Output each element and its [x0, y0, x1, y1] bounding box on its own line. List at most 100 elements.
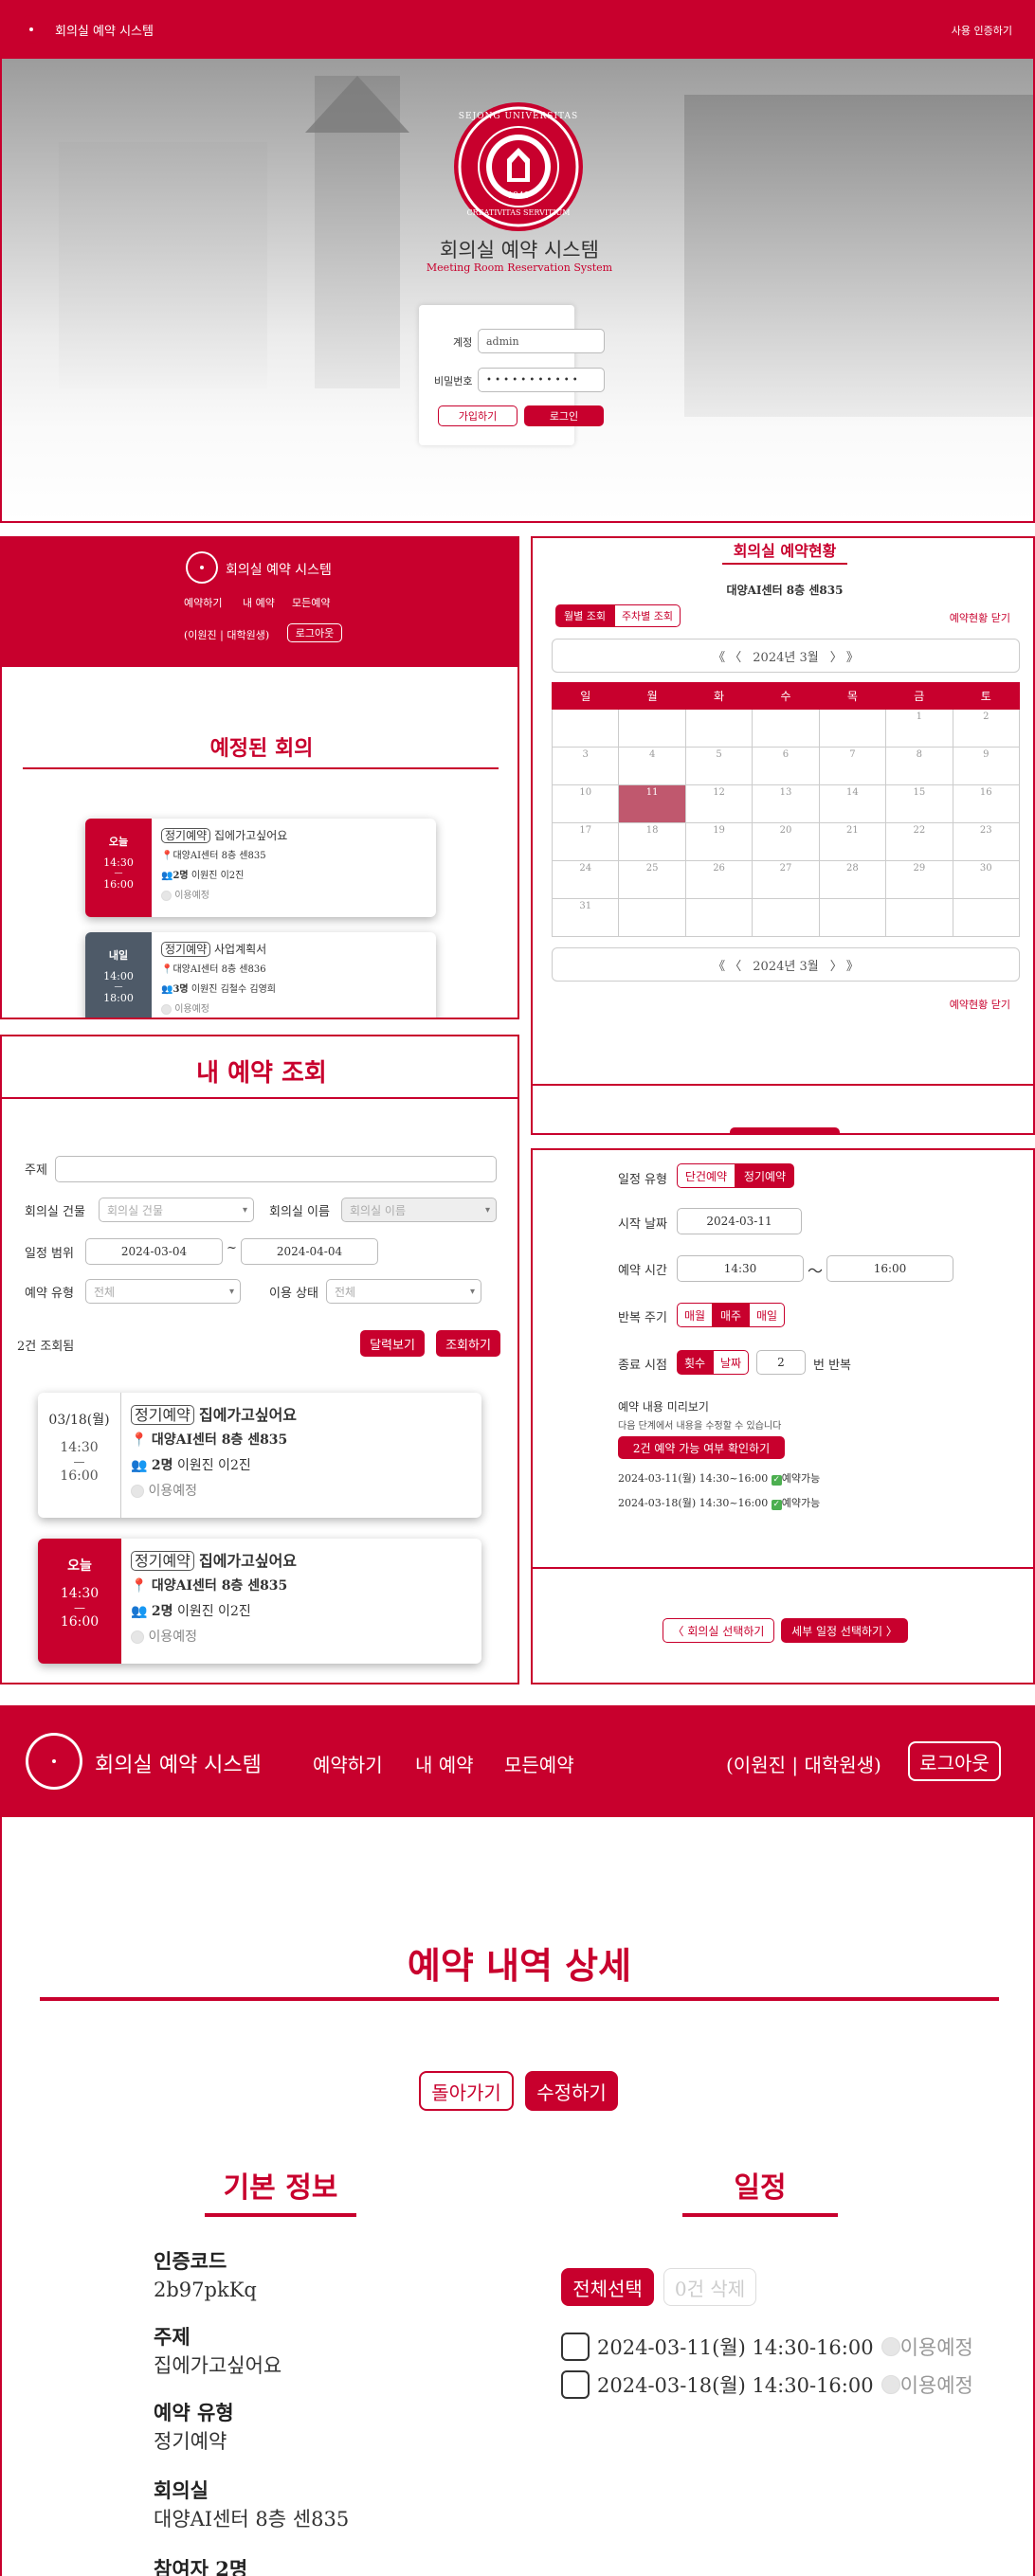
upcoming-card-tomorrow[interactable]: 내일 14:00 — 18:00 정기예약 사업계획서 📍대양AI센터 8층 센…	[85, 932, 436, 1018]
card-tag: 정기예약	[161, 942, 211, 957]
nav-link-all[interactable]: 모든예약	[504, 1750, 574, 1777]
schedule-status: 이용예정	[899, 2336, 973, 2359]
time-from-input[interactable]: 14:30	[677, 1255, 804, 1282]
type-select[interactable]: 전체	[85, 1279, 241, 1304]
calendar-day[interactable]: 10	[551, 784, 620, 823]
edit-button[interactable]: 수정하기	[525, 2071, 618, 2111]
schedule-row[interactable]: 2024-03-11(월) 14:30-16:00 이용예정	[561, 2333, 973, 2361]
prev-month-icon[interactable]: 《 〈	[713, 647, 741, 665]
calendar-day[interactable]: 21	[818, 822, 887, 861]
nav-link-all[interactable]: 모든예약	[292, 595, 330, 610]
calendar-view-button[interactable]: 달력보기	[360, 1330, 425, 1357]
calendar-day[interactable]: 6	[752, 747, 820, 785]
calendar-day[interactable]: 14	[818, 784, 887, 823]
calendar-day[interactable]: 31	[551, 898, 620, 937]
calendar-day[interactable]: 8	[885, 747, 953, 785]
logout-button[interactable]: 로그아웃	[908, 1741, 1001, 1781]
prev-step-button[interactable]: 〈 회의실 선택하기	[663, 1618, 774, 1643]
logout-button[interactable]: 로그아웃	[287, 623, 342, 642]
calendar-day[interactable]: 4	[618, 747, 686, 785]
tab-weekly[interactable]: 주차별 조회	[614, 604, 681, 627]
regular-reservation-toggle[interactable]: 정기예약	[735, 1163, 794, 1188]
close-calendar-link-bottom[interactable]: 예약현황 닫기	[950, 997, 1010, 1012]
calendar-day[interactable]: 1	[885, 709, 953, 748]
prev-month-icon[interactable]: 《 〈	[713, 956, 741, 974]
calendar-day[interactable]: 23	[952, 822, 1021, 861]
time-to-input[interactable]: 16:00	[826, 1255, 953, 1282]
login-button[interactable]: 로그인	[524, 405, 604, 426]
nav-link-my[interactable]: 내 예약	[243, 595, 275, 610]
next-month-icon[interactable]: 〉 》	[830, 647, 859, 665]
calendar-day[interactable]: 26	[684, 860, 754, 899]
date-to-input[interactable]: 2024-04-04	[241, 1238, 378, 1265]
signup-button[interactable]: 가입하기	[438, 405, 518, 426]
tab-monthly[interactable]: 월별 조회	[555, 604, 614, 627]
calendar-day[interactable]: 15	[885, 784, 953, 823]
repeat-weekly[interactable]: 매주	[713, 1303, 749, 1327]
date-from-input[interactable]: 2024-03-04	[85, 1238, 223, 1265]
nav-link-reserve[interactable]: 예약하기	[184, 595, 222, 610]
calendar-day[interactable]: 30	[952, 860, 1021, 899]
calendar-day[interactable]: 12	[684, 784, 754, 823]
checkbox[interactable]	[561, 2333, 590, 2361]
check-availability-button[interactable]: 2건 예약 가능 여부 확인하기	[618, 1436, 785, 1459]
select-all-button[interactable]: 전체선택	[561, 2268, 654, 2306]
next-month-icon[interactable]: 〉 》	[830, 956, 859, 974]
card-time-block: 오늘 14:30 — 16:00	[38, 1539, 121, 1664]
weekday: 화	[684, 682, 754, 710]
detail-title: 예약 내역 상세	[407, 1944, 632, 1987]
end-by-count[interactable]: 횟수	[677, 1350, 713, 1375]
repeat-daily[interactable]: 매일	[749, 1303, 785, 1327]
calendar-day[interactable]: 7	[818, 747, 887, 785]
calendar-day[interactable]: 5	[684, 747, 754, 785]
calendar-day[interactable]: 22	[885, 822, 953, 861]
card-start: 14:30	[103, 856, 134, 869]
card-people: 이원진 이2진	[176, 1458, 251, 1473]
calendar-day	[618, 709, 686, 748]
people-icon: 👥	[161, 984, 173, 995]
checkbox[interactable]	[561, 2370, 590, 2399]
close-calendar-link[interactable]: 예약현황 닫기	[950, 610, 1010, 625]
calendar-day[interactable]: 19	[684, 822, 754, 861]
calendar-day[interactable]: 24	[551, 860, 620, 899]
calendar-day[interactable]: 27	[752, 860, 820, 899]
delete-button[interactable]: 0건 삭제	[663, 2268, 756, 2306]
calendar-day[interactable]: 25	[618, 860, 686, 899]
calendar-day[interactable]: 29	[885, 860, 953, 899]
back-button[interactable]: 돌아가기	[419, 2071, 514, 2111]
calendar-day[interactable]: 16	[952, 784, 1021, 823]
search-button[interactable]: 조회하기	[436, 1330, 500, 1357]
repeat-monthly[interactable]: 매월	[677, 1303, 713, 1327]
calendar-day[interactable]: 9	[952, 747, 1021, 785]
calendar-day[interactable]: 28	[818, 860, 887, 899]
calendar-day[interactable]: 17	[551, 822, 620, 861]
nav-link-my[interactable]: 내 예약	[415, 1750, 474, 1777]
calendar-day[interactable]: 3	[551, 747, 620, 785]
subject-input[interactable]	[55, 1156, 497, 1182]
calendar-day[interactable]: 11	[618, 784, 686, 823]
reservation-card[interactable]: 03/18(월) 14:30 — 16:00 정기예약 집에가고싶어요 📍 대양…	[38, 1393, 481, 1518]
account-input[interactable]: admin	[478, 329, 605, 353]
reservation-card-today[interactable]: 오늘 14:30 — 16:00 정기예약 집에가고싶어요 📍 대양AI센터 8…	[38, 1539, 481, 1664]
repeat-count-input[interactable]: 2	[756, 1350, 806, 1375]
nav-link-reserve[interactable]: 예약하기	[313, 1750, 383, 1777]
calendar-day[interactable]: 20	[752, 822, 820, 861]
calendar-day[interactable]: 18	[618, 822, 686, 861]
room-select[interactable]: 회의실 이름	[341, 1198, 497, 1222]
end-by-date[interactable]: 날짜	[713, 1350, 749, 1375]
next-step-button[interactable]: 세부 일정 선택하기 〉	[781, 1618, 908, 1643]
upcoming-card-today[interactable]: 오늘 14:30 — 16:00 정기예약 집에가고싶어요 📍대양AI센터 8층…	[85, 819, 436, 917]
status-select[interactable]: 전체	[326, 1279, 481, 1304]
header-auth-link[interactable]: 사용 인증하기	[952, 23, 1012, 38]
card-body: 정기예약 집에가고싶어요 📍대양AI센터 8층 센835 👥2명 이원진 이2진…	[161, 826, 287, 906]
status-dot-icon	[881, 2337, 900, 2356]
calendar-day[interactable]: 2	[952, 709, 1021, 748]
start-date-input[interactable]: 2024-03-11	[677, 1208, 802, 1234]
single-reservation-toggle[interactable]: 단건예약	[677, 1163, 735, 1188]
calendar-day[interactable]: 13	[752, 784, 820, 823]
building-select[interactable]: 회의실 건물	[99, 1198, 254, 1222]
schedule-row[interactable]: 2024-03-18(월) 14:30-16:00 이용예정	[561, 2370, 973, 2399]
password-input[interactable]: • • • • • • • • • • •	[478, 368, 605, 392]
card-body: 정기예약 집에가고싶어요 📍 대양AI센터 8층 센835 👥 2명 이원진 이…	[131, 1402, 297, 1504]
card-status: 이용예정	[148, 1630, 197, 1645]
